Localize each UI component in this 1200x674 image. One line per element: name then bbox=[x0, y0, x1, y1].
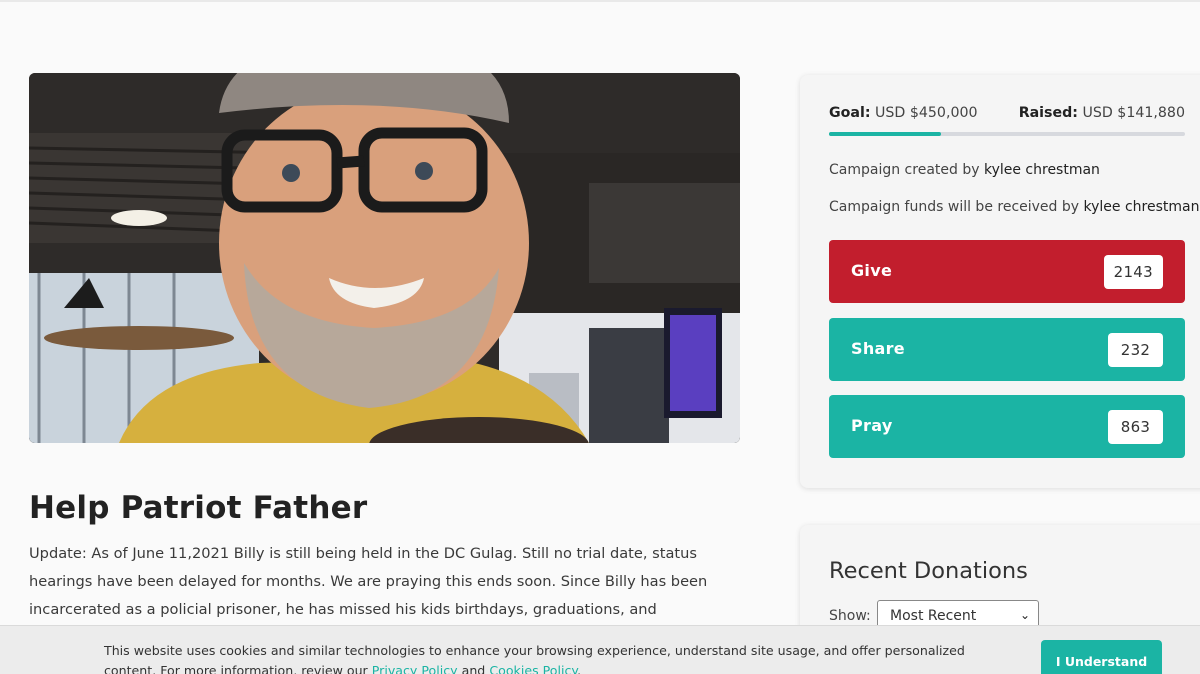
campaign-photo bbox=[29, 73, 740, 443]
creator-name: kylee chrestman bbox=[983, 162, 1100, 178]
campaign-description: Update: As of June 11,2021 Billy is stil… bbox=[29, 545, 708, 618]
funding-progress-bar bbox=[829, 132, 1185, 136]
funding-progress-fill bbox=[829, 132, 942, 136]
recent-donations-title: Recent Donations bbox=[829, 558, 1028, 584]
recipient-prefix: Campaign funds will be received by bbox=[829, 199, 1080, 215]
goal-label: Goal: bbox=[829, 105, 871, 121]
goal-value: USD $450,000 bbox=[875, 105, 978, 121]
share-count: 232 bbox=[1108, 333, 1163, 367]
sort-label: Show: bbox=[829, 608, 871, 624]
share-label: Share bbox=[851, 339, 905, 358]
creator-prefix: Campaign created by bbox=[829, 162, 980, 178]
campaign-title: Help Patriot Father bbox=[29, 490, 368, 526]
campaign-recipient: Campaign funds will be received by kylee… bbox=[829, 199, 1199, 215]
raised-value: USD $141,880 bbox=[1082, 105, 1185, 121]
share-button[interactable]: Share 232 bbox=[829, 318, 1185, 381]
give-label: Give bbox=[851, 261, 893, 280]
funding-panel: Goal: USD $450,000 Raised: USD $141,880 … bbox=[800, 75, 1200, 488]
pray-label: Pray bbox=[851, 416, 893, 435]
pray-count: 863 bbox=[1108, 410, 1163, 444]
campaign-creator: Campaign created by kylee chrestman bbox=[829, 162, 1100, 178]
sort-selected-value: Most Recent bbox=[890, 608, 977, 624]
top-divider bbox=[0, 0, 1200, 2]
chevron-down-icon: ⌄ bbox=[1019, 608, 1030, 622]
pray-button[interactable]: Pray 863 bbox=[829, 395, 1185, 458]
raised-label: Raised: bbox=[1018, 105, 1078, 121]
cookie-accept-button[interactable]: I Understand bbox=[1041, 640, 1162, 674]
give-count: 2143 bbox=[1103, 255, 1163, 289]
cookie-and-text: and bbox=[461, 663, 486, 674]
give-button[interactable]: Give 2143 bbox=[829, 240, 1185, 303]
privacy-policy-link[interactable]: Privacy Policy bbox=[372, 663, 458, 674]
cookie-banner: This website uses cookies and similar te… bbox=[0, 625, 1200, 674]
goal-info: Goal: USD $450,000 bbox=[829, 105, 978, 121]
recipient-name: kylee chrestman bbox=[1083, 199, 1200, 215]
cookie-message: This website uses cookies and similar te… bbox=[104, 641, 1004, 674]
cookie-end-text: . bbox=[577, 663, 582, 674]
raised-info: Raised: USD $141,880 bbox=[1019, 105, 1185, 121]
campaign-photo-image bbox=[29, 73, 740, 443]
cookies-policy-link[interactable]: Cookies Policy bbox=[489, 663, 577, 674]
